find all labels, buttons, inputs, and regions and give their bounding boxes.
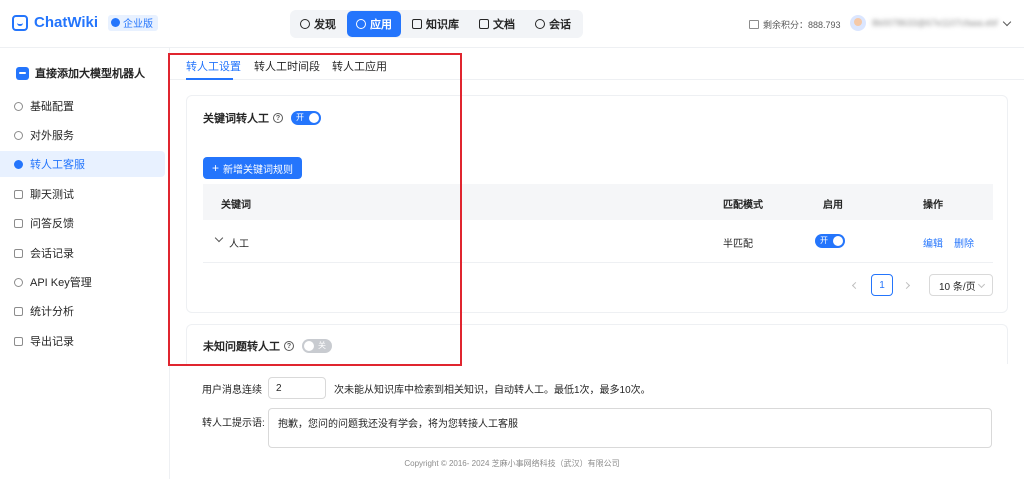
remaining-points: 剩余积分：888.793 xyxy=(749,18,841,31)
top-header: ChatWiki 企业版 发现 应用 知识库 文档 会话 剩余积分：888.79… xyxy=(0,0,1024,48)
key-icon xyxy=(14,277,23,287)
nav-label: 发现 xyxy=(314,19,336,31)
nav-discover[interactable]: 发现 xyxy=(291,11,345,37)
sidebar-item-api-key[interactable]: API Key管理 xyxy=(0,269,165,295)
sidebar-item-chat-test[interactable]: 聊天测试 xyxy=(0,181,165,207)
nav-label: 会话 xyxy=(549,19,571,31)
discover-icon xyxy=(300,19,310,29)
user-menu[interactable]: 8b0078633@67e1107cfaaa.ebf xyxy=(850,15,1011,31)
delete-link[interactable]: 删除 xyxy=(954,235,974,250)
main-nav: 发现 应用 知识库 文档 会话 xyxy=(290,10,583,38)
sidebar-item-label: 聊天测试 xyxy=(30,189,74,201)
page-size-select[interactable]: 10 条/页 xyxy=(929,274,993,296)
robot-icon xyxy=(16,66,29,80)
nav-chat[interactable]: 会话 xyxy=(526,11,580,37)
edit-link[interactable]: 编辑 xyxy=(923,235,943,250)
sidebar: 直接添加大模型机器人 基础配置 对外服务 转人工客服 聊天测试 问答反馈 会话记… xyxy=(0,48,170,479)
page-size-value: 10 条/页 xyxy=(939,281,976,293)
prev-page-icon[interactable] xyxy=(851,281,860,290)
nav-label: 应用 xyxy=(370,19,392,31)
sidebar-item-label: 导出记录 xyxy=(30,336,74,348)
enterprise-badge: 企业版 xyxy=(108,14,159,31)
transfer-prompt-textarea[interactable]: 抱歉，您问的问题我还没有学会，将为您转接人工客服 xyxy=(268,408,992,448)
badge-icon xyxy=(111,18,121,27)
chat-test-icon xyxy=(14,189,23,199)
service-icon xyxy=(14,130,23,140)
sidebar-item-session-records[interactable]: 会话记录 xyxy=(0,240,165,266)
switch-label: 开 xyxy=(820,236,828,245)
points-icon xyxy=(749,20,759,29)
chat-icon xyxy=(535,19,545,29)
user-name: 8b0078633@67e1107cfaaa.ebf xyxy=(872,18,998,28)
sidebar-item-human-agent[interactable]: 转人工客服 xyxy=(0,151,165,177)
knowledge-base-icon xyxy=(412,19,422,29)
export-icon xyxy=(14,336,23,346)
row-match-mode: 半匹配 xyxy=(723,239,753,250)
chevron-down-icon xyxy=(977,280,986,289)
sidebar-item-label: 问答反馈 xyxy=(30,218,74,230)
count-suffix: 次未能从知识库中检索到相关知识，自动转人工。最低1次，最多10次。 xyxy=(334,384,651,396)
nav-label: 文档 xyxy=(493,19,515,31)
consecutive-count-row: 用户消息连续 2 次未能从知识库中检索到相关知识，自动转人工。最低1次，最多10… xyxy=(202,377,651,399)
highlight-box xyxy=(168,53,462,366)
chevron-down-icon xyxy=(1002,17,1011,26)
app-name: ChatWiki xyxy=(34,14,99,31)
next-page-icon[interactable] xyxy=(902,281,911,290)
app-icon xyxy=(356,19,366,29)
sidebar-item-external-service[interactable]: 对外服务 xyxy=(0,122,165,148)
column-action: 操作 xyxy=(923,200,943,211)
sidebar-item-statistics[interactable]: 统计分析 xyxy=(0,298,165,324)
nav-knowledge-base[interactable]: 知识库 xyxy=(403,11,468,37)
badge-label: 企业版 xyxy=(123,19,154,30)
points-text: 剩余积分：888.793 xyxy=(763,20,841,30)
count-prefix: 用户消息连续 xyxy=(202,384,262,396)
row-enable-switch[interactable]: 开 xyxy=(815,234,845,248)
column-enable: 启用 xyxy=(823,200,843,211)
record-icon xyxy=(14,248,23,258)
footer-copyright: Copyright © 2016- 2024 芝麻小事网络科技（武汉）有限公司 xyxy=(404,459,620,468)
nav-app[interactable]: 应用 xyxy=(347,11,401,37)
sidebar-item-feedback[interactable]: 问答反馈 xyxy=(0,210,165,236)
sidebar-item-label: 对外服务 xyxy=(30,130,74,142)
sidebar-item-label: 转人工客服 xyxy=(30,159,85,171)
nav-document[interactable]: 文档 xyxy=(470,11,524,37)
sidebar-item-label: 会话记录 xyxy=(30,248,74,260)
prompt-label: 转人工提示语: xyxy=(202,418,265,429)
stats-icon xyxy=(14,306,23,316)
robot-title: 直接添加大模型机器人 xyxy=(16,65,145,81)
count-input[interactable]: 2 xyxy=(268,377,326,399)
sidebar-item-export-records[interactable]: 导出记录 xyxy=(0,328,165,354)
chatwiki-logo-icon xyxy=(12,14,28,31)
switch-knob xyxy=(833,236,843,246)
gear-icon xyxy=(14,101,23,111)
sidebar-item-label: 基础配置 xyxy=(30,101,74,113)
document-icon xyxy=(479,19,489,29)
agent-icon xyxy=(14,159,23,169)
sidebar-item-basic-config[interactable]: 基础配置 xyxy=(0,93,165,119)
robot-name: 直接添加大模型机器人 xyxy=(35,68,145,80)
nav-label: 知识库 xyxy=(426,19,459,31)
feedback-icon xyxy=(14,218,23,228)
column-match-mode: 匹配模式 xyxy=(723,200,763,211)
avatar xyxy=(850,15,866,31)
prompt-label-row: 转人工提示语: xyxy=(202,414,265,429)
app-logo[interactable]: ChatWiki 企业版 xyxy=(12,14,159,31)
sidebar-item-label: API Key管理 xyxy=(30,277,92,289)
page-number-current[interactable]: 1 xyxy=(871,274,893,296)
sidebar-item-label: 统计分析 xyxy=(30,306,74,318)
